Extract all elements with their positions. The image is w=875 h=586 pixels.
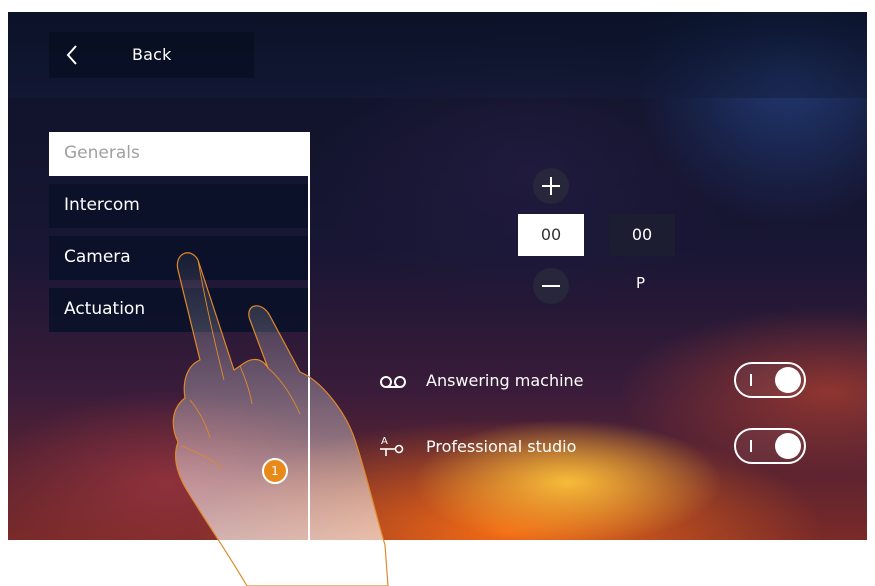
answering-machine-label: Answering machine — [426, 371, 584, 390]
address-left-field[interactable]: 00 — [518, 214, 584, 256]
svg-text:A: A — [381, 436, 388, 447]
intercom-settings-screen: Back Generals Intercom Camera Actuation … — [8, 12, 867, 540]
voicemail-icon — [378, 368, 410, 396]
answering-machine-toggle[interactable] — [734, 362, 806, 398]
back-label: Back — [132, 45, 172, 64]
menu-item-actuation[interactable]: Actuation — [49, 288, 309, 332]
address-right-field[interactable]: 00 — [609, 214, 675, 256]
decrement-button[interactable] — [533, 268, 569, 304]
professional-studio-label: Professional studio — [426, 437, 577, 456]
back-button[interactable]: Back — [49, 32, 254, 78]
professional-studio-toggle[interactable] — [734, 428, 806, 464]
p-caption: P — [636, 274, 646, 292]
chevron-left-icon — [65, 44, 79, 70]
toggle-on-mark — [750, 440, 752, 452]
toggle-knob — [775, 433, 801, 459]
toggle-on-mark — [750, 374, 752, 386]
professional-studio-icon: A — [378, 434, 410, 464]
menu-item-generals[interactable]: Generals — [49, 132, 309, 176]
step-marker: 1 — [262, 458, 288, 484]
increment-button[interactable] — [533, 168, 569, 204]
toggle-knob — [775, 367, 801, 393]
professional-studio-row: A Professional studio — [378, 428, 818, 468]
answering-machine-row: Answering machine — [378, 362, 818, 402]
menu-item-camera[interactable]: Camera — [49, 236, 309, 280]
menu-item-intercom[interactable]: Intercom — [49, 184, 309, 228]
minus-icon — [542, 285, 560, 287]
plus-icon — [542, 177, 560, 195]
menu-divider — [308, 132, 310, 540]
